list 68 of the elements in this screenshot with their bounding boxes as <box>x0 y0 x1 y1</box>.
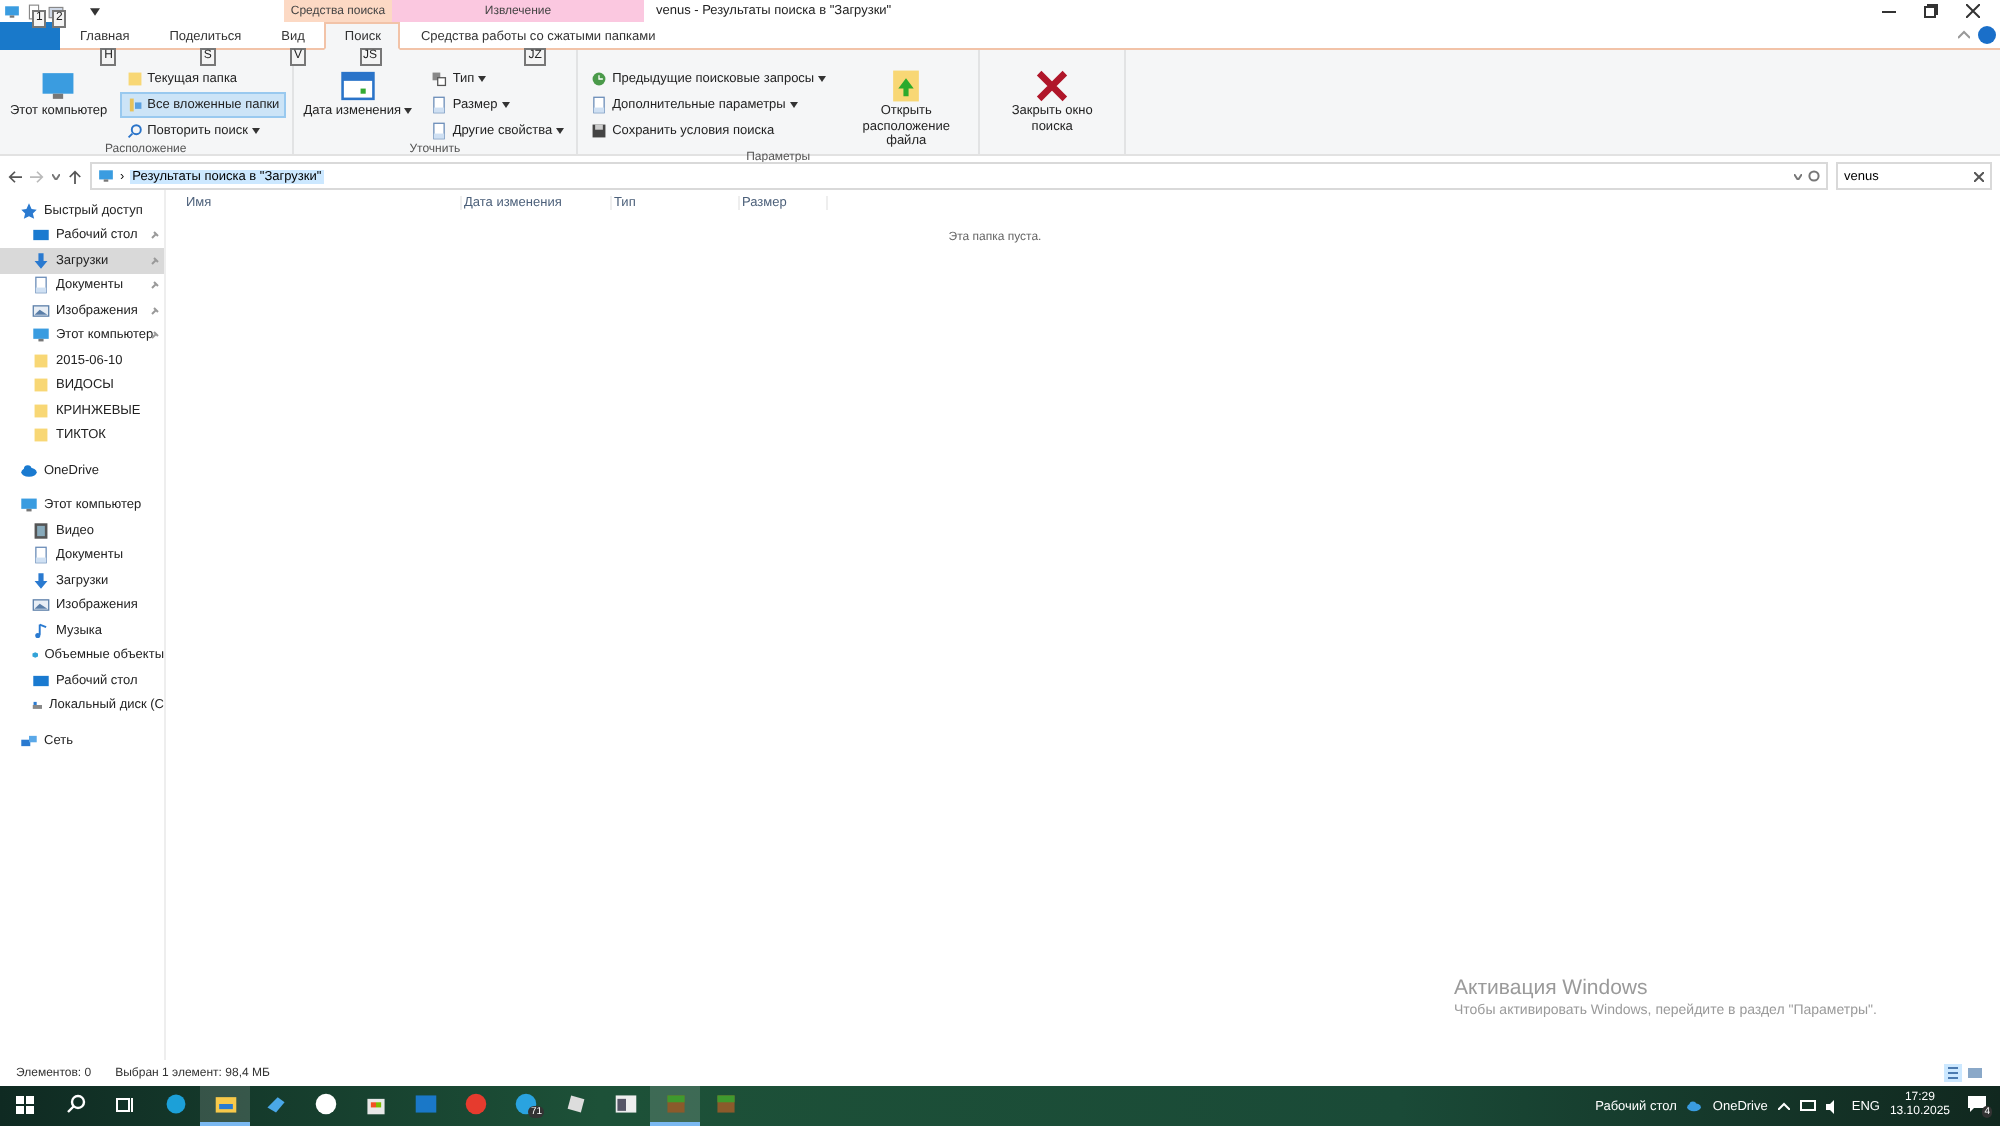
pin-icon[interactable] <box>150 330 160 341</box>
download-icon <box>32 571 50 590</box>
dropdown-caret-icon <box>252 128 261 134</box>
dropdown-caret-icon <box>789 102 798 108</box>
browser-logo-icon <box>313 1092 337 1116</box>
grass-block-icon <box>713 1092 737 1116</box>
close-icon <box>1034 68 1071 104</box>
file-tab[interactable] <box>0 22 60 50</box>
browser-logo-icon <box>463 1092 487 1116</box>
window-app-icon <box>613 1092 637 1116</box>
computer-icon <box>40 68 77 104</box>
search-icon[interactable] <box>65 1094 85 1114</box>
task-view-icon[interactable] <box>116 1095 134 1113</box>
speech-bubble-icon[interactable] <box>1967 1096 1985 1112</box>
network-icon[interactable] <box>1799 1099 1816 1113</box>
game-logo-icon <box>563 1092 587 1116</box>
document-icon <box>430 96 449 114</box>
details-view-icon[interactable] <box>1944 1064 1962 1082</box>
taskbar-app-button[interactable] <box>200 1086 250 1126</box>
close-icon[interactable] <box>1966 4 1980 18</box>
caret-icon[interactable] <box>90 7 100 15</box>
restore-icon[interactable] <box>1924 4 1938 18</box>
refresh-icon[interactable] <box>1808 170 1820 182</box>
folder-icon <box>125 70 144 88</box>
cloud-icon[interactable] <box>1686 1100 1703 1112</box>
up-arrow-icon[interactable] <box>68 169 82 183</box>
cloud-icon <box>20 461 38 480</box>
dropdown-caret-icon <box>478 76 487 82</box>
windows-logo-icon[interactable] <box>16 1095 34 1113</box>
collapse-ribbon-icon[interactable] <box>1958 29 1970 41</box>
dropdown-caret-icon <box>404 108 413 114</box>
computer-icon <box>98 168 114 184</box>
dropdown-caret-icon <box>556 128 565 134</box>
dropdown-caret-icon <box>818 76 827 82</box>
search-icon <box>125 122 144 140</box>
drive-icon <box>32 696 43 715</box>
mail-app-icon <box>413 1092 437 1116</box>
type-icon <box>430 70 449 88</box>
chevron-up-icon[interactable] <box>1777 1102 1790 1110</box>
help-icon[interactable] <box>1978 26 1996 44</box>
image-icon <box>32 301 50 320</box>
music-icon <box>32 621 50 640</box>
folders-icon <box>125 96 144 114</box>
download-icon <box>32 251 50 270</box>
clock-icon <box>590 70 609 88</box>
star-icon <box>20 201 38 220</box>
back-arrow-icon[interactable] <box>8 169 22 183</box>
calendar-icon <box>340 68 377 104</box>
dropdown-caret-icon <box>501 102 510 108</box>
network-icon <box>20 731 38 750</box>
folder-icon <box>213 1092 237 1116</box>
desktop-icon <box>32 671 50 690</box>
desktop-icon <box>32 226 50 245</box>
document-icon <box>590 96 609 114</box>
browser-logo-icon <box>163 1092 187 1116</box>
activation-title: Активация Windows <box>1454 976 1650 1000</box>
document-icon <box>32 546 50 565</box>
floppy-icon <box>590 122 609 140</box>
computer-icon <box>20 496 38 515</box>
computer-icon <box>32 326 50 345</box>
image-icon <box>32 596 50 615</box>
clear-icon[interactable] <box>1974 171 1984 181</box>
document-icon <box>430 122 449 140</box>
document-icon <box>32 276 50 295</box>
computer-icon <box>4 3 20 19</box>
film-icon <box>32 521 50 540</box>
grass-block-icon <box>663 1092 687 1116</box>
arrow-icon <box>263 1092 287 1116</box>
